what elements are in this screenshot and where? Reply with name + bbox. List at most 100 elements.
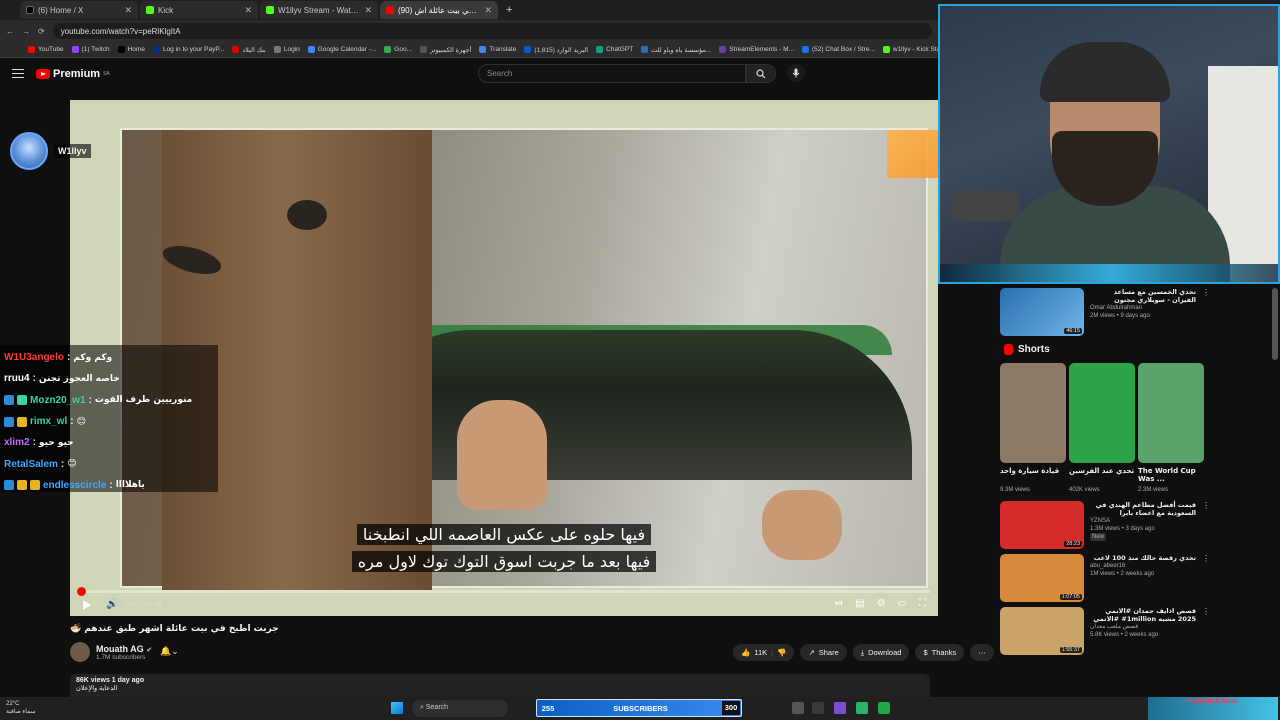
subscriber-goal-widget: 255 SUBSCRIBERS 300 [536, 699, 742, 717]
reload-icon[interactable]: ⟳ [38, 27, 45, 36]
video-title[interactable]: قيمت أفضل مطاعم الهندي في السعودية مع اع… [1090, 501, 1196, 517]
video-channel[interactable]: YZNSA [1090, 517, 1196, 525]
youtube-logo[interactable]: Premium SA [36, 68, 110, 80]
url-input[interactable]: youtube.com/watch?v=peRlKlgItA [52, 23, 932, 39]
video-thumbnail[interactable]: 1:55:37 [1000, 607, 1084, 655]
bookmark-item[interactable]: (1,815) البريد الوارد [524, 46, 588, 54]
discord-icon[interactable] [834, 702, 846, 714]
taskbar-search[interactable]: ⌕ Search [412, 700, 508, 717]
browser-tab-kick[interactable]: Kick ✕ [140, 1, 258, 19]
recommended-video[interactable]: 28:23 قيمت أفضل مطاعم الهندي في السعودية … [1000, 501, 1210, 549]
bookmark-item[interactable]: Google Calendar -... [307, 46, 376, 53]
bookmark-item[interactable]: Goo... [384, 46, 412, 53]
taskbar-app-icon[interactable] [792, 702, 804, 714]
play-icon[interactable] [83, 600, 91, 610]
share-button[interactable]: ↗ Share [800, 644, 847, 661]
progress-scrubber[interactable] [77, 587, 87, 596]
channel-name[interactable]: Mouath AG [96, 644, 144, 654]
youtube-header: Premium SA Search [0, 58, 1000, 90]
short-item[interactable]: تحدي عند الفرسين 402K views [1069, 363, 1135, 493]
bookmark-item[interactable]: (1) Twitch [71, 46, 110, 53]
new-tab-icon[interactable]: + [500, 4, 518, 16]
short-thumbnail[interactable] [1000, 363, 1066, 463]
bookmark-item[interactable]: (52) Chat Box / Stre... [802, 46, 875, 53]
short-title[interactable]: تحدي عند الفرسين [1069, 467, 1135, 487]
bookmark-item[interactable]: أجهزة الكمبيوتر [420, 46, 471, 54]
bookmark-item[interactable]: YouTube [28, 46, 64, 53]
channel-avatar[interactable] [70, 642, 90, 662]
short-title[interactable]: قيادة سيارة واحد [1000, 467, 1066, 487]
recommended-video[interactable]: 1:07:05 تحدي رقصة حالك منذ 100 لاعب abu_ab… [1000, 554, 1210, 602]
streamer-avatar [10, 132, 48, 170]
bookmark-item[interactable]: مؤسسة باه وباو للت... [641, 46, 711, 54]
scrollbar[interactable] [1272, 288, 1278, 360]
progress-bar[interactable] [77, 587, 930, 596]
volume-icon[interactable]: 🔊 [106, 599, 118, 610]
video-meta: تحدي الخمسين مع مساعد الفيزان - سوبلاري … [1090, 288, 1196, 336]
video-title[interactable]: تحدي الخمسين مع مساعد الفيزان - سوبلاري … [1090, 288, 1196, 304]
bookmark-item[interactable]: StreamElements - M... [719, 46, 794, 53]
video-title[interactable]: قصص اذايف حمدان #الانمي 2025 مشبه 1milli… [1090, 607, 1196, 623]
recommended-video[interactable]: 46:15 تحدي الخمسين مع مساعد الفيزان - سو… [1000, 288, 1210, 336]
taskbar-app-icon[interactable] [812, 702, 824, 714]
like-button[interactable]: 👍 11K | 👎 [733, 644, 795, 661]
chat-text: ياهلاااا [115, 480, 145, 491]
more-icon[interactable]: ⋮ [1202, 554, 1210, 602]
autoplay-toggle-icon[interactable]: ⏯ [835, 598, 843, 609]
bookmark-label: Log in to your PayP... [162, 46, 225, 53]
bookmark-item[interactable]: w1llyv - Kick Stats,... [882, 46, 940, 53]
bookmark-item[interactable]: بنك البلاد [232, 46, 266, 54]
close-icon[interactable]: ✕ [244, 5, 252, 16]
video-thumbnail[interactable]: 1:07:05 [1000, 554, 1084, 602]
more-actions-button[interactable]: ⋯ [970, 644, 994, 661]
channel-name-row: Mouath AG ✔ [96, 644, 152, 654]
close-icon[interactable]: ✕ [364, 5, 372, 16]
close-icon[interactable]: ✕ [124, 5, 132, 16]
thanks-button[interactable]: $ Thanks [915, 644, 965, 661]
notification-bell-icon[interactable]: 🔔⌄ [160, 646, 179, 657]
browser-tab-youtube[interactable]: (90) جربت اطبخ في بيت عائلة اش ✕ [380, 1, 498, 19]
more-icon[interactable]: ⋮ [1202, 607, 1210, 655]
kick-app-icon[interactable] [878, 702, 890, 714]
windows-start-icon[interactable] [391, 702, 403, 714]
back-icon[interactable]: ← [6, 27, 14, 36]
more-icon[interactable]: ⋮ [1202, 501, 1210, 549]
video-meta: قيمت أفضل مطاعم الهندي في السعودية مع اع… [1090, 501, 1196, 549]
bookmark-item[interactable]: Home [117, 46, 145, 53]
browser-tab-kick-stream[interactable]: W1llyv Stream - Watch Live on ✕ [260, 1, 378, 19]
bookmark-item[interactable]: Log in to your PayP... [152, 46, 225, 53]
recommended-video[interactable]: 1:55:37 قصص اذايف حمدان #الانمي 2025 مشبه… [1000, 607, 1210, 655]
voice-search-button[interactable] [787, 64, 805, 82]
short-item[interactable]: The World Cup Was ... 2.3M views [1138, 363, 1204, 493]
taskbar-app-icon[interactable] [856, 702, 868, 714]
fullscreen-icon[interactable]: ⛶ [919, 598, 926, 609]
thumbs-down-icon[interactable]: 👎 [777, 648, 786, 657]
download-button[interactable]: ⤓ Download [852, 644, 910, 661]
bookmark-item[interactable]: Translate [479, 46, 516, 53]
bookmark-item[interactable]: Login [273, 46, 300, 53]
settings-icon[interactable]: ⚙ [877, 598, 886, 609]
video-channel[interactable]: قصص ملعب معدان [1090, 623, 1196, 631]
short-thumbnail[interactable] [1138, 363, 1204, 463]
video-title[interactable]: تحدي رقصة حالك منذ 100 لاعب [1090, 554, 1196, 562]
menu-icon[interactable] [12, 69, 24, 78]
forward-icon[interactable]: → [22, 27, 30, 36]
search-button[interactable] [746, 64, 776, 83]
search-input[interactable]: Search [478, 64, 746, 83]
weather-widget[interactable]: 22°C سماء صافية [6, 700, 36, 716]
close-icon[interactable]: ✕ [484, 5, 492, 16]
browser-tab-x[interactable]: (6) Home / X ✕ [20, 1, 138, 19]
video-thumbnail[interactable]: 28:23 [1000, 501, 1084, 549]
video-thumbnail[interactable]: 46:15 [1000, 288, 1084, 336]
short-thumbnail[interactable] [1069, 363, 1135, 463]
video-channel[interactable]: Omar Abdulrahman [1090, 304, 1196, 312]
short-item[interactable]: قيادة سيارة واحد 9.3M views [1000, 363, 1066, 493]
theater-mode-icon[interactable]: ▭ [898, 598, 907, 609]
captions-icon[interactable]: ▤ [855, 598, 864, 609]
kick-favicon-icon [146, 6, 154, 14]
bookmark-favicon-icon [28, 46, 35, 53]
short-title[interactable]: The World Cup Was ... [1138, 467, 1204, 487]
bookmark-item[interactable]: ChatGPT [596, 46, 633, 53]
video-channel[interactable]: abu_abeer16 [1090, 562, 1196, 570]
more-icon[interactable]: ⋮ [1202, 288, 1210, 336]
